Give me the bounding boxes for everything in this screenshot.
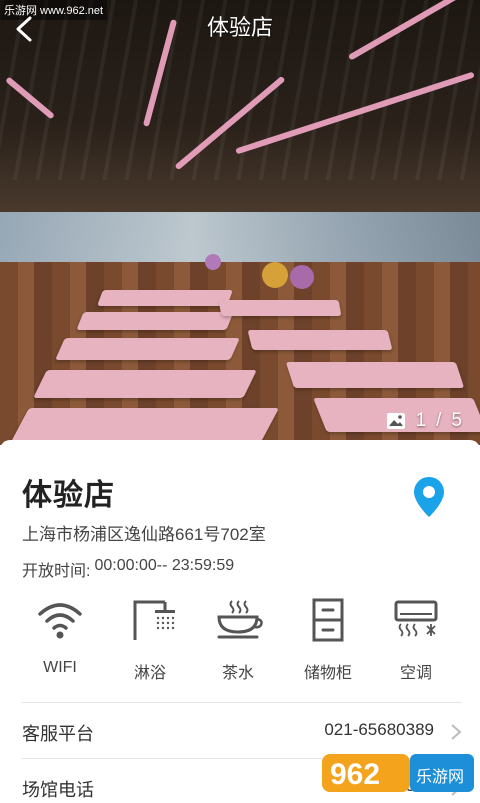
- amenity-label: 茶水: [221, 665, 254, 682]
- yoga-mat: [55, 338, 240, 360]
- yoga-mat: [247, 330, 393, 350]
- gallery-total: 5: [451, 410, 462, 431]
- amenity-label: WIFI: [43, 659, 77, 676]
- amenity-locker: 储物柜: [288, 598, 368, 683]
- yoga-mat: [10, 408, 280, 442]
- shop-info-card: 体验店 上海市杨浦区逸仙路661号702室 开放时间: 00:00:00-- 2…: [0, 440, 480, 800]
- brand-watermark-logo: 962 乐游网: [322, 754, 474, 792]
- amenity-wifi: WIFI: [20, 598, 100, 677]
- amenity-shower: 淋浴: [110, 598, 190, 683]
- gallery-separator: /: [436, 410, 442, 431]
- shop-address: 上海市杨浦区逸仙路661号702室: [22, 525, 266, 544]
- amenity-tea: 茶水: [198, 598, 278, 683]
- opening-hours: 开放时间: 00:00:00-- 23:59:59: [22, 557, 234, 581]
- amenity-label: 储物柜: [303, 665, 352, 682]
- yoga-mat: [97, 290, 233, 306]
- exercise-ball: [205, 254, 221, 270]
- yoga-mat: [285, 362, 465, 388]
- yoga-mat: [218, 300, 342, 316]
- chevron-right-icon: [451, 724, 462, 740]
- yoga-mat: [33, 370, 257, 398]
- exercise-ball: [262, 262, 288, 288]
- shower-icon: [133, 600, 175, 640]
- watermark-text: 乐游网: [416, 767, 464, 786]
- tea-cup-icon: [217, 600, 263, 639]
- location-pin-icon[interactable]: [413, 476, 445, 518]
- amenity-label: 空调: [399, 665, 432, 682]
- shop-name: 体验店: [22, 479, 115, 512]
- row-label: 客服平台: [22, 724, 94, 744]
- window-band: [0, 212, 480, 267]
- image-icon: [386, 413, 405, 429]
- row-label: 场馆电话: [22, 780, 94, 800]
- amenity-air-conditioner: 空调: [376, 598, 456, 683]
- hours-value: 00:00:00-- 23:59:59: [94, 557, 235, 574]
- wifi-icon: [38, 603, 82, 639]
- locker-icon: [312, 598, 344, 642]
- exercise-ball: [290, 265, 314, 289]
- gallery-counter: 1 / 5: [386, 410, 462, 432]
- gallery-image[interactable]: 乐游网 www.962.net 体验店 1 / 5: [0, 0, 480, 445]
- phone-number[interactable]: 021-65680389: [324, 720, 434, 740]
- customer-service-row[interactable]: 客服平台 021-65680389: [22, 702, 462, 747]
- watermark-number: 962: [330, 758, 380, 791]
- yoga-mat: [76, 312, 234, 330]
- hours-label: 开放时间:: [22, 563, 91, 580]
- gallery-current: 1: [415, 410, 427, 431]
- amenity-label: 淋浴: [133, 665, 166, 682]
- page-title: 体验店: [206, 15, 273, 40]
- air-conditioner-icon: [394, 600, 438, 637]
